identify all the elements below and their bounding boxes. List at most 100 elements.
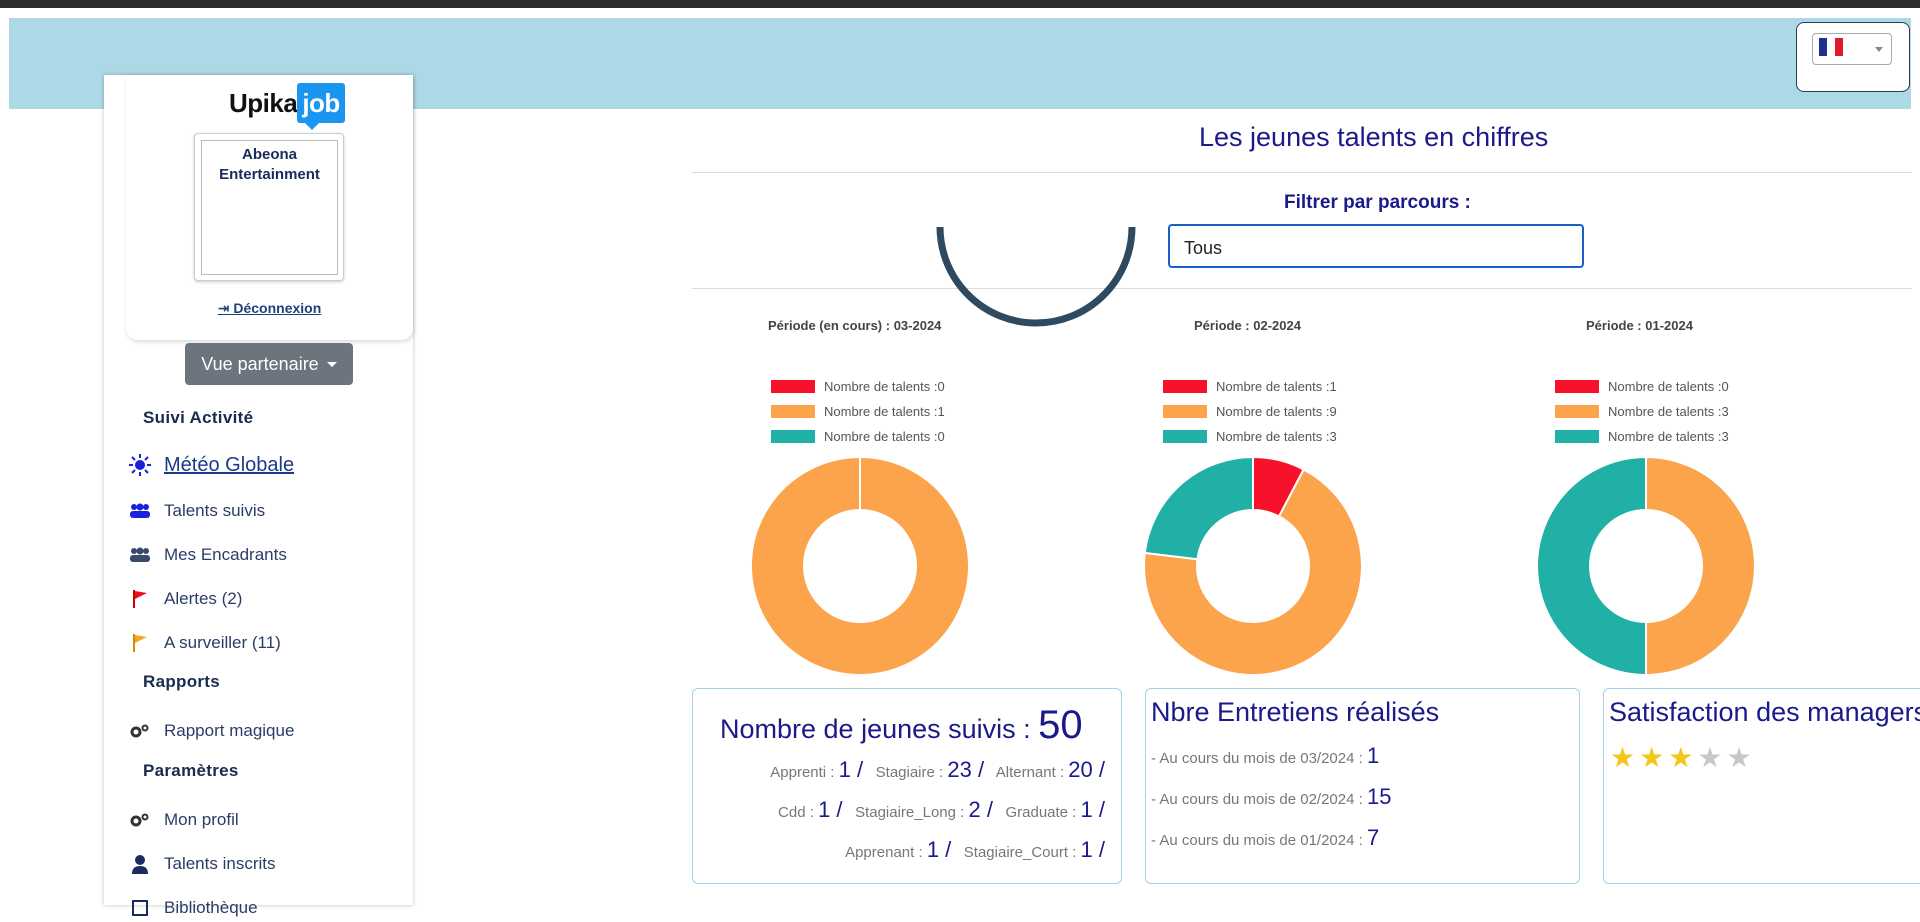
legend-label: Nombre de talents :0 bbox=[824, 429, 945, 444]
sidebar-item-a-surveiller[interactable]: A surveiller (11) bbox=[128, 629, 281, 657]
chevron-down-icon bbox=[1875, 47, 1883, 52]
sidebar-item-label: Mes Encadrants bbox=[164, 545, 287, 564]
section-rapports: Rapports bbox=[143, 672, 221, 691]
stats-row: Apprenant : 1 / Stagiaire_Court : 1 / bbox=[845, 837, 1105, 863]
entretien-value: 1 bbox=[1366, 743, 1380, 768]
legend-swatch bbox=[1555, 430, 1599, 443]
period-title: Période (en cours) : 03-2024 bbox=[768, 318, 942, 333]
donut-slice[interactable] bbox=[1143, 455, 1254, 561]
stat-key: Graduate : bbox=[1005, 804, 1077, 821]
legend-label: Nombre de talents :0 bbox=[824, 379, 945, 394]
divider bbox=[692, 288, 1912, 289]
stat-value: 23 / bbox=[947, 757, 985, 782]
sign-out-icon: ⇥ bbox=[217, 300, 234, 316]
jeunes-suivis-label: Nombre de jeunes suivis : bbox=[720, 714, 1031, 744]
fr-flag-icon bbox=[1819, 38, 1843, 56]
sidebar-item-label: Talents suivis bbox=[164, 501, 266, 520]
orange-flag-icon bbox=[128, 631, 152, 655]
star-icon: ★ bbox=[1639, 742, 1669, 773]
gears-icon bbox=[128, 719, 152, 743]
card-title: Nombre de jeunes suivis : 50 bbox=[720, 703, 1083, 748]
legend-swatch bbox=[1163, 380, 1207, 393]
sidebar-item-bibliotheque[interactable]: Bibliothèque bbox=[128, 894, 258, 922]
sidebar-item-mes-encadrants[interactable]: Mes Encadrants bbox=[128, 541, 287, 569]
card-title: Nbre Entretiens réalisés bbox=[1151, 697, 1440, 727]
legend-item[interactable]: Nombre de talents :0 bbox=[1555, 374, 1795, 399]
stat-key: Apprenant : bbox=[845, 844, 923, 861]
stat-value: 2 / bbox=[968, 797, 993, 822]
legend-swatch bbox=[1555, 405, 1599, 418]
sidebar-item-talents-suivis[interactable]: Talents suivis bbox=[128, 497, 265, 525]
logout-link[interactable]: ⇥ Déconnexion bbox=[126, 300, 413, 317]
sidebar-item-label: Alertes (2) bbox=[164, 589, 243, 608]
upikajob-logo: Upika job bbox=[229, 83, 345, 130]
legend-item[interactable]: Nombre de talents :1 bbox=[771, 399, 1011, 424]
legend-item[interactable]: Nombre de talents :0 bbox=[771, 424, 1011, 449]
parcours-filter-select[interactable]: Tous bbox=[1168, 224, 1584, 268]
sidebar-item-label: Rapport magique bbox=[164, 721, 295, 740]
stat-key: Stagiaire_Long : bbox=[855, 804, 965, 821]
sidebar-item-meteo-globale[interactable]: Météo Globale bbox=[128, 451, 294, 479]
sidebar-item-talents-inscrits[interactable]: Talents inscrits bbox=[128, 850, 275, 878]
entretien-key: - Au cours du mois de 02/2024 : bbox=[1151, 791, 1363, 808]
section-parametres: Paramètres bbox=[143, 761, 239, 780]
stat-value: 1 / bbox=[818, 797, 843, 822]
users-icon bbox=[128, 543, 152, 567]
donut-slice[interactable] bbox=[750, 455, 970, 676]
donut-slice[interactable] bbox=[1645, 455, 1756, 677]
language-select[interactable] bbox=[1812, 33, 1892, 65]
users-icon bbox=[128, 499, 152, 523]
donut-slice[interactable] bbox=[1536, 455, 1647, 677]
entretien-row: - Au cours du mois de 01/2024 : 7 bbox=[1151, 825, 1379, 851]
star-icon: ★ bbox=[1697, 742, 1727, 773]
card-entretiens: Nbre Entretiens réalisés - Au cours du m… bbox=[1145, 688, 1580, 884]
stat-value: 20 / bbox=[1068, 757, 1105, 782]
loading-spinner-icon bbox=[936, 226, 1136, 327]
legend-item[interactable]: Nombre de talents :3 bbox=[1555, 424, 1795, 449]
stat-value: 1 / bbox=[838, 757, 864, 782]
legend-label: Nombre de talents :1 bbox=[824, 404, 945, 419]
stat-key: Stagiaire : bbox=[875, 764, 944, 781]
legend-item[interactable]: Nombre de talents :1 bbox=[1163, 374, 1403, 399]
sidebar-item-mon-profil[interactable]: Mon profil bbox=[128, 806, 239, 834]
sidebar: Upika job Abeona Entertainment ⇥ Déconne… bbox=[104, 75, 413, 917]
legend-label: Nombre de talents :3 bbox=[1216, 429, 1337, 444]
stats-row: Cdd : 1 / Stagiaire_Long : 2 / Graduate … bbox=[778, 797, 1105, 823]
stat-key: Cdd : bbox=[778, 804, 814, 821]
legend-label: Nombre de talents :9 bbox=[1216, 404, 1337, 419]
vue-partenaire-dropdown-button[interactable]: Vue partenaire bbox=[185, 343, 353, 385]
entretien-value: 7 bbox=[1366, 825, 1380, 850]
company-name: Abeona Entertainment bbox=[201, 140, 338, 275]
star-icon: ★ bbox=[1668, 742, 1698, 773]
entretien-row: - Au cours du mois de 03/2024 : 1 bbox=[1151, 743, 1379, 769]
sidebar-item-label: Mon profil bbox=[164, 810, 239, 829]
sidebar-item-rapport-magique[interactable]: Rapport magique bbox=[128, 717, 294, 745]
stat-key: Apprenti : bbox=[770, 764, 835, 781]
legend-item[interactable]: Nombre de talents :3 bbox=[1555, 399, 1795, 424]
user-icon bbox=[128, 852, 152, 876]
legend-swatch bbox=[771, 430, 815, 443]
legend-swatch bbox=[1163, 430, 1207, 443]
legend-label: Nombre de talents :0 bbox=[1608, 379, 1729, 394]
stat-key: Stagiaire_Court : bbox=[963, 844, 1077, 861]
card-jeunes-suivis: Nombre de jeunes suivis : 50 Apprenti : … bbox=[692, 688, 1122, 884]
legend-swatch bbox=[771, 380, 815, 393]
sidebar-item-alertes[interactable]: Alertes (2) bbox=[128, 585, 242, 613]
donut-chart bbox=[750, 455, 970, 676]
divider bbox=[692, 172, 1912, 173]
card-title: Satisfaction des managers bbox=[1609, 697, 1920, 727]
vue-partenaire-label: Vue partenaire bbox=[201, 353, 319, 374]
stats-row: Apprenti : 1 / Stagiaire : 23 / Alternan… bbox=[770, 757, 1105, 783]
legend-item[interactable]: Nombre de talents :3 bbox=[1163, 424, 1403, 449]
language-selector-box bbox=[1796, 22, 1910, 92]
entretien-row: - Au cours du mois de 02/2024 : 15 bbox=[1151, 784, 1391, 810]
sidebar-item-label: A surveiller (11) bbox=[164, 633, 281, 652]
entretien-key: - Au cours du mois de 03/2024 : bbox=[1151, 750, 1363, 767]
brand-card: Upika job Abeona Entertainment ⇥ Déconne… bbox=[126, 75, 413, 340]
sidebar-item-label: Bibliothèque bbox=[164, 898, 258, 917]
entretien-value: 15 bbox=[1366, 784, 1392, 809]
star-icon: ★ bbox=[1610, 742, 1640, 773]
stat-key: Alternant : bbox=[995, 764, 1065, 781]
legend-item[interactable]: Nombre de talents :0 bbox=[771, 374, 1011, 399]
legend-item[interactable]: Nombre de talents :9 bbox=[1163, 399, 1403, 424]
